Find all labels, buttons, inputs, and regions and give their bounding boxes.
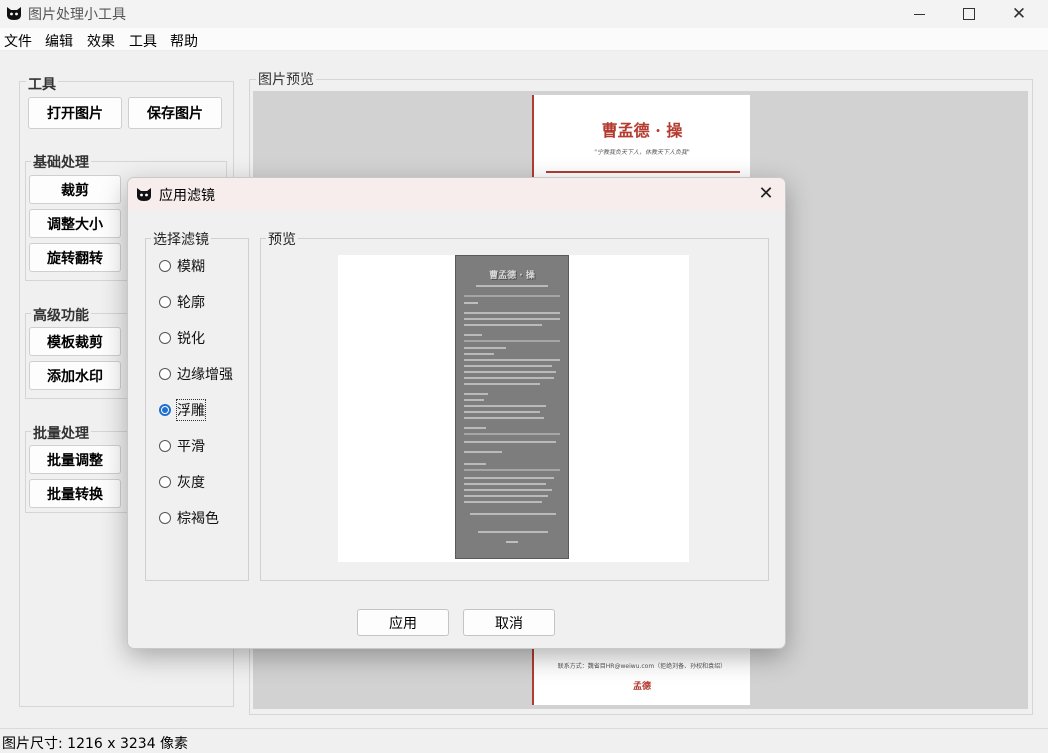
filter-option-blur[interactable]: 模糊 <box>159 255 205 277</box>
menu-bar: 文件 编辑 效果 工具 帮助 <box>0 28 1048 51</box>
crop-button[interactable]: 裁剪 <box>29 175 121 204</box>
close-icon: ✕ <box>1011 3 1027 24</box>
maximize-button[interactable] <box>946 0 992 28</box>
document-motto: "宁教我负天下人，休教天下人负我" <box>594 149 690 156</box>
embossed-text-lines <box>464 285 560 543</box>
radio-button-checked[interactable] <box>159 404 171 416</box>
menu-help[interactable]: 帮助 <box>170 31 198 51</box>
close-icon: ✕ <box>758 183 774 204</box>
dialog-title: 应用滤镜 <box>159 188 215 204</box>
advanced-group-title: 高级功能 <box>31 305 91 325</box>
filter-option-smooth[interactable]: 平滑 <box>159 435 205 457</box>
filter-option-contour[interactable]: 轮廓 <box>159 291 205 313</box>
cancel-button[interactable]: 取消 <box>463 609 555 636</box>
batch-group-title: 批量处理 <box>31 423 91 443</box>
document-contact: 联系方式：魏省目HR@weiwu.com（拒绝刘备、孙权和袁绍） <box>557 663 727 670</box>
radio-button[interactable] <box>159 260 171 272</box>
maximize-icon <box>963 8 975 20</box>
radio-button[interactable] <box>159 332 171 344</box>
document-heading: 曹孟德 · 操 <box>601 121 683 140</box>
rotate-flip-button[interactable]: 旋转翻转 <box>29 243 121 272</box>
menu-edit[interactable]: 编辑 <box>45 31 73 51</box>
add-watermark-button[interactable]: 添加水印 <box>29 361 121 390</box>
filter-option-sepia[interactable]: 棕褐色 <box>159 507 219 529</box>
window-title: 图片处理小工具 <box>28 7 126 23</box>
preview-group-title: 图片预览 <box>256 69 316 89</box>
status-bar: 图片尺寸: 1216 x 3234 像素 <box>0 728 1048 752</box>
embossed-preview-image: 曹孟德 · 操 <box>455 255 569 559</box>
radio-button[interactable] <box>159 296 171 308</box>
filter-dialog: 应用滤镜 ✕ 选择滤镜 模糊 轮廓 锐化 边缘增强 浮雕 平滑 灰度 棕褐色 预… <box>127 177 786 649</box>
menu-effects[interactable]: 效果 <box>87 31 115 51</box>
filter-list-title: 选择滤镜 <box>151 229 211 249</box>
apply-button[interactable]: 应用 <box>357 609 449 636</box>
cat-logo-icon <box>7 7 21 20</box>
close-button[interactable]: ✕ <box>996 0 1042 28</box>
dialog-close-button[interactable]: ✕ <box>754 183 778 205</box>
radio-button[interactable] <box>159 368 171 380</box>
document-divider <box>546 171 740 173</box>
open-image-button[interactable]: 打开图片 <box>28 97 122 129</box>
filter-option-grayscale[interactable]: 灰度 <box>159 471 205 493</box>
cat-logo-icon <box>137 188 151 201</box>
document-signature: 孟德 <box>632 682 651 692</box>
filter-option-emboss[interactable]: 浮雕 <box>159 399 206 421</box>
minimize-icon <box>913 13 925 15</box>
batch-convert-button[interactable]: 批量转换 <box>29 479 121 508</box>
filter-option-edge-enhance[interactable]: 边缘增强 <box>159 363 233 385</box>
dialog-preview-title: 预览 <box>266 229 298 249</box>
save-image-button[interactable]: 保存图片 <box>128 97 222 129</box>
radio-button[interactable] <box>159 476 171 488</box>
template-crop-button[interactable]: 模板裁剪 <box>29 327 121 356</box>
resize-button[interactable]: 调整大小 <box>29 209 121 238</box>
batch-adjust-button[interactable]: 批量调整 <box>29 445 121 474</box>
dialog-title-bar: 应用滤镜 ✕ <box>128 178 785 210</box>
radio-button[interactable] <box>159 512 171 524</box>
image-size-status: 图片尺寸: 1216 x 3234 像素 <box>2 736 189 752</box>
minimize-button[interactable] <box>896 0 942 28</box>
tools-group-title: 工具 <box>26 74 58 94</box>
menu-file[interactable]: 文件 <box>4 31 32 51</box>
filter-option-sharpen[interactable]: 锐化 <box>159 327 205 349</box>
basic-group-title: 基础处理 <box>31 152 91 172</box>
title-bar: 图片处理小工具 ✕ <box>0 0 1048 28</box>
menu-tools[interactable]: 工具 <box>129 31 157 51</box>
radio-button[interactable] <box>159 440 171 452</box>
